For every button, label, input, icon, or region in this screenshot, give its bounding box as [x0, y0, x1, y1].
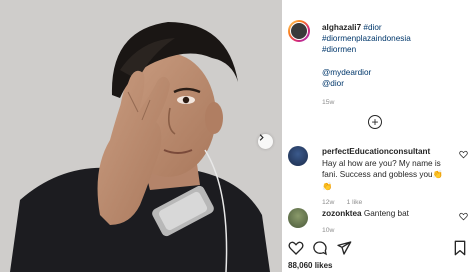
bookmark-icon[interactable]: [452, 240, 468, 256]
chevron-right-icon: [259, 134, 264, 141]
caption-mention[interactable]: @mydeardior: [322, 67, 472, 78]
plus-circle-icon: +: [371, 115, 379, 129]
share-icon[interactable]: [336, 240, 352, 256]
like-comment-heart-icon[interactable]: [459, 212, 468, 221]
like-comment-heart-icon[interactable]: [459, 150, 468, 159]
comment-time[interactable]: 12w: [322, 197, 334, 209]
comment-likes[interactable]: 1 like: [346, 197, 362, 209]
next-photo-button[interactable]: [258, 134, 273, 149]
post-time[interactable]: 15w: [322, 97, 472, 108]
comment-time[interactable]: 10w: [322, 225, 334, 237]
comment-text: Hay al how are you? My name is fani. Suc…: [322, 158, 443, 191]
comment-username[interactable]: zozonktea: [322, 209, 362, 218]
post-actions-bar: [288, 240, 468, 256]
heart-icon[interactable]: [288, 240, 304, 256]
post-photo[interactable]: [0, 0, 282, 272]
comment-body: perfectEducationconsultant Hay al how ar…: [322, 146, 444, 209]
commenter-avatar[interactable]: [288, 208, 308, 228]
load-more-comments-button[interactable]: +: [368, 115, 382, 129]
caption-username[interactable]: alghazali7: [322, 23, 361, 32]
caption-tag[interactable]: #dior: [363, 23, 381, 32]
caption-tag[interactable]: #diormen: [322, 44, 472, 55]
caption: alghazali7 #dior #diormenplazaindonesia …: [322, 22, 472, 108]
comment-text: Ganteng bat: [363, 209, 409, 218]
commenter-avatar[interactable]: [288, 146, 308, 166]
comment-icon[interactable]: [312, 240, 328, 256]
likes-count[interactable]: 88,060 likes: [288, 261, 332, 270]
comment-username[interactable]: perfectEducationconsultant: [322, 147, 430, 156]
caption-mention[interactable]: @dior: [322, 78, 472, 89]
author-avatar[interactable]: [288, 20, 310, 42]
comment-body: zozonktea Ganteng bat 10w: [322, 208, 444, 236]
caption-tag[interactable]: #diormenplazaindonesia: [322, 33, 472, 44]
portrait-image: [0, 0, 282, 272]
post-detail-panel: alghazali7 #dior #diormenplazaindonesia …: [282, 0, 474, 272]
